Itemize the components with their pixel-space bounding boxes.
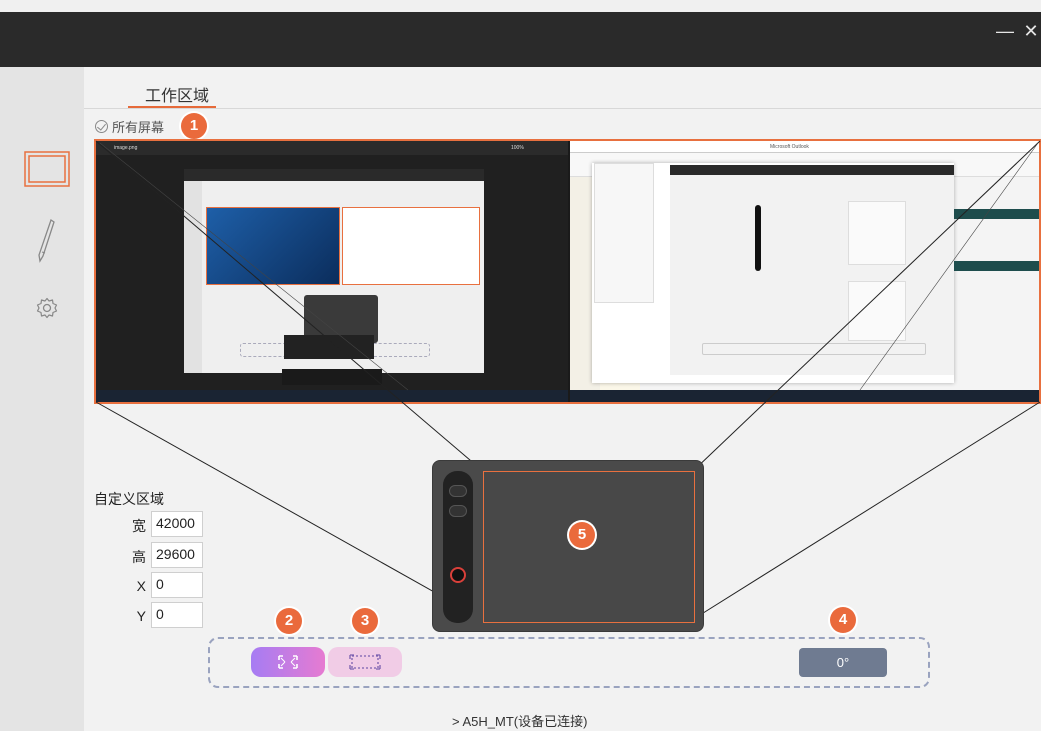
x-label: X [136, 578, 146, 594]
all-screens-option[interactable]: 所有屏幕 [95, 117, 164, 136]
width-label: 宽 [132, 518, 146, 534]
y-label: Y [136, 608, 146, 624]
sidebar-item-settings[interactable] [36, 297, 58, 324]
screen-2-preview[interactable]: Microsoft Outlook [570, 141, 1039, 402]
nested-window [184, 169, 484, 373]
tab-divider [84, 108, 1041, 109]
screen1-title: image.png [114, 145, 138, 151]
rotate-button[interactable]: 0° [799, 648, 887, 677]
gear-icon [36, 297, 58, 319]
height-label: 高 [132, 549, 146, 565]
screens-preview[interactable]: image.png 100% Microsoft Outlook [94, 139, 1041, 404]
height-field[interactable]: 29600 [151, 542, 203, 568]
badge-4: 4 [830, 607, 856, 633]
screen-1-preview[interactable]: image.png 100% [96, 141, 568, 402]
screen1-zoom: 100% [511, 145, 524, 151]
minimize-button[interactable]: — [994, 20, 1016, 42]
badge-2: 2 [276, 608, 302, 634]
width-field[interactable]: 42000 [151, 511, 203, 537]
display-icon [24, 151, 70, 187]
tablet-active-area[interactable] [483, 471, 695, 623]
tablet-button-strip [443, 471, 473, 623]
y-field[interactable]: 0 [151, 602, 203, 628]
badge-1: 1 [181, 113, 207, 139]
select-area-button[interactable] [328, 647, 402, 677]
screen1-taskbar [96, 390, 568, 402]
tab-work-area[interactable]: 工作区域 [145, 82, 209, 106]
chevron-right-icon: > [452, 714, 460, 729]
tablet-preview [432, 460, 704, 632]
device-status[interactable]: > A5H_MT(设备已连接) [452, 711, 587, 730]
close-button[interactable]: ✕ [1020, 20, 1041, 42]
check-circle-icon [95, 120, 108, 133]
select-area-icon [349, 654, 381, 670]
screen1-toolbar: image.png 100% [96, 141, 568, 155]
screen2-title: Microsoft Outlook [770, 144, 809, 150]
device-status-label: A5H_MT(设备已连接) [462, 714, 588, 729]
badge-3: 3 [352, 608, 378, 634]
pen-icon [38, 218, 55, 263]
thumbnail-strip [282, 369, 382, 385]
fullscreen-button[interactable] [251, 647, 325, 677]
all-screens-label: 所有屏幕 [112, 120, 165, 135]
x-field[interactable]: 0 [151, 572, 203, 598]
sidebar-item-pen[interactable] [36, 218, 56, 269]
sidebar-item-screen-area[interactable] [24, 151, 70, 192]
badge-5: 5 [569, 522, 595, 548]
title-bar: — ✕ [0, 12, 1041, 67]
custom-area-title: 自定义区域 [94, 491, 164, 507]
expand-icon [278, 655, 298, 669]
